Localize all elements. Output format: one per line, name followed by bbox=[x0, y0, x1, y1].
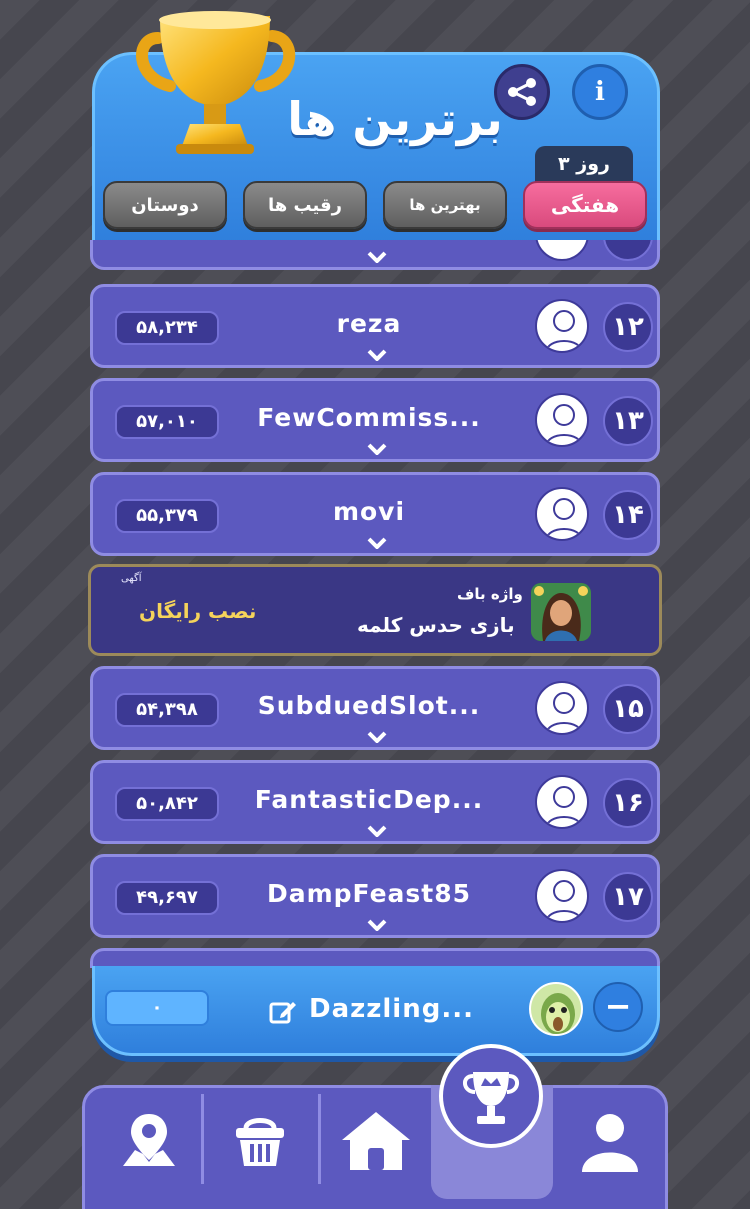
score: ۵۰,۸۴۲ bbox=[115, 787, 219, 821]
home-icon bbox=[342, 1112, 410, 1170]
player-name: FewCommiss... bbox=[257, 403, 481, 432]
user-silhouette-icon bbox=[545, 310, 583, 351]
leaderboard-list[interactable]: ۵۸,۲۳۴ reza ۱۲ ۵۷,۰۱۰ FewCommiss... ۱۳ ۵… bbox=[88, 240, 664, 968]
player-name: reza bbox=[336, 309, 402, 338]
player-name: SubduedSlot... bbox=[257, 691, 481, 720]
score: ۵۸,۲۳۴ bbox=[115, 311, 219, 345]
user-silhouette-icon bbox=[545, 786, 583, 827]
rank-badge bbox=[603, 240, 653, 261]
avatar bbox=[535, 240, 589, 261]
edit-icon[interactable] bbox=[269, 998, 297, 1026]
table-row[interactable] bbox=[90, 948, 660, 968]
map-pin-icon bbox=[123, 1114, 175, 1166]
chevron-down-icon[interactable] bbox=[367, 731, 387, 743]
chevron-down-icon[interactable] bbox=[367, 349, 387, 361]
score: ۵۵,۳۷۹ bbox=[115, 499, 219, 533]
ad-install-button[interactable]: نصب رایگان bbox=[139, 599, 256, 623]
nav-item-leaderboard[interactable] bbox=[439, 1044, 543, 1148]
ad-label: آگهی bbox=[121, 573, 142, 584]
user-silhouette-icon bbox=[545, 498, 583, 539]
ad-app-icon bbox=[531, 583, 591, 641]
days-remaining-badge: ۳ روز bbox=[535, 146, 633, 184]
trophy-icon bbox=[136, 11, 296, 154]
info-icon: i bbox=[595, 77, 605, 107]
score: ۵۷,۰۱۰ bbox=[115, 405, 219, 439]
nav-item-home[interactable] bbox=[321, 1088, 431, 1209]
ad-subtitle: بازی حدس کلمه bbox=[357, 613, 515, 637]
table-row[interactable]: ۵۸,۲۳۴ reza ۱۲ bbox=[90, 284, 660, 368]
avatar bbox=[535, 681, 589, 735]
basket-icon bbox=[236, 1118, 284, 1166]
user-silhouette-icon bbox=[545, 692, 583, 733]
avocado-avatar-icon bbox=[541, 993, 575, 1034]
table-row[interactable]: ۴۹,۶۹۷ DampFeast85 ۱۷ bbox=[90, 854, 660, 938]
tab-weekly[interactable]: هفتگی bbox=[523, 181, 647, 229]
rank-badge: ۱۵ bbox=[603, 684, 653, 734]
player-name: movi bbox=[332, 497, 406, 526]
rank-badge: ۱۶ bbox=[603, 778, 653, 828]
score: ۴۹,۶۹۷ bbox=[115, 881, 219, 915]
avatar bbox=[535, 869, 589, 923]
chevron-down-icon[interactable] bbox=[367, 443, 387, 455]
nav-item-map[interactable] bbox=[101, 1088, 197, 1209]
avatar bbox=[535, 393, 589, 447]
chevron-down-icon[interactable] bbox=[367, 825, 387, 837]
table-row[interactable]: ۵۴,۳۹۸ SubduedSlot... ۱۵ bbox=[90, 666, 660, 750]
player-name: FantasticDep... bbox=[254, 785, 484, 814]
avatar bbox=[535, 299, 589, 353]
share-icon bbox=[508, 78, 536, 106]
share-button[interactable] bbox=[494, 64, 550, 120]
score: ۵۴,۳۹۸ bbox=[115, 693, 219, 727]
my-score: ۰ bbox=[105, 990, 209, 1026]
nav-item-profile[interactable] bbox=[555, 1088, 665, 1209]
player-name: DampFeast85 bbox=[266, 879, 472, 908]
table-row[interactable]: ۵۰,۸۴۲ FantasticDep... ۱۶ bbox=[90, 760, 660, 844]
ad-title: واژه باف bbox=[457, 585, 523, 603]
my-rank-row[interactable]: ۰ Dazzling... − bbox=[92, 966, 660, 1056]
user-silhouette-icon bbox=[545, 880, 583, 921]
nav-item-shop[interactable] bbox=[205, 1088, 315, 1209]
table-row[interactable] bbox=[90, 240, 660, 270]
chevron-down-icon[interactable] bbox=[367, 251, 387, 263]
rank-badge: ۱۴ bbox=[603, 490, 653, 540]
page-title: برترین ها bbox=[287, 92, 503, 146]
rank-badge: ۱۲ bbox=[603, 302, 653, 352]
ad-banner[interactable]: آگهی نصب رایگان واژه باف بازی حدس کلمه bbox=[88, 564, 662, 656]
tab-rivals[interactable]: رقیب ها bbox=[243, 181, 367, 229]
avatar bbox=[535, 487, 589, 541]
table-row[interactable]: ۵۵,۳۷۹ movi ۱۴ bbox=[90, 472, 660, 556]
rank-badge: ۱۷ bbox=[603, 872, 653, 922]
profile-icon bbox=[582, 1114, 638, 1172]
tab-friends[interactable]: دوستان bbox=[103, 181, 227, 229]
rank-badge: ۱۳ bbox=[603, 396, 653, 446]
trophy-icon bbox=[463, 1072, 519, 1124]
collapse-button[interactable]: − bbox=[593, 982, 643, 1032]
tab-best[interactable]: بهترین ها bbox=[383, 181, 507, 229]
bottom-nav bbox=[82, 1044, 668, 1209]
avatar bbox=[535, 775, 589, 829]
chevron-down-icon[interactable] bbox=[367, 919, 387, 931]
my-name: Dazzling... bbox=[309, 994, 474, 1024]
user-silhouette-icon bbox=[545, 404, 583, 445]
my-avatar bbox=[529, 982, 583, 1036]
table-row[interactable]: ۵۷,۰۱۰ FewCommiss... ۱۳ bbox=[90, 378, 660, 462]
chevron-down-icon[interactable] bbox=[367, 537, 387, 549]
info-button[interactable]: i bbox=[572, 64, 628, 120]
